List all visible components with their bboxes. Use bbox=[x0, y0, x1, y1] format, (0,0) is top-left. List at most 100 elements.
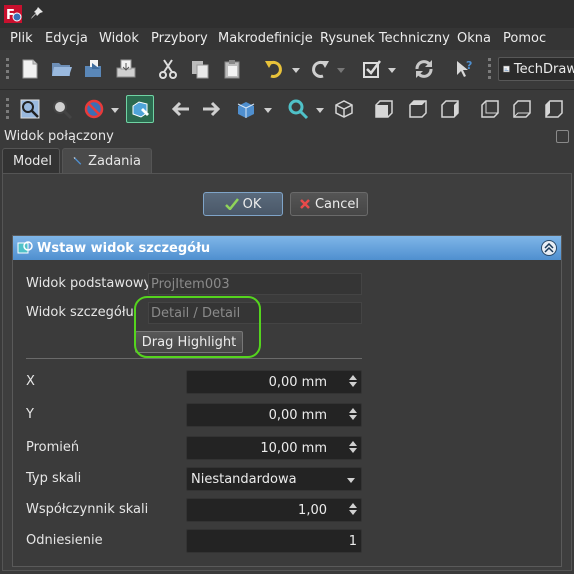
tab-model-label: Model bbox=[13, 153, 53, 169]
recompute-icon[interactable] bbox=[410, 55, 438, 83]
menu-przybory[interactable]: Przybory bbox=[151, 31, 208, 46]
detail-view-taskbox: Wstaw widok szczegółu Widok podstawowy P… bbox=[12, 235, 562, 567]
scale-factor-down-icon[interactable] bbox=[349, 510, 357, 515]
menu-makrodefinicje[interactable]: Makrodefinicje bbox=[218, 31, 313, 46]
radius-up-icon[interactable] bbox=[349, 441, 357, 446]
radius-input[interactable]: 10,00 mm bbox=[186, 436, 362, 460]
x-label: X bbox=[26, 374, 35, 389]
x-value: 0,00 mm bbox=[268, 375, 327, 390]
tab-zadania[interactable]: Zadania bbox=[62, 148, 152, 173]
menu-okna[interactable]: Okna bbox=[457, 31, 491, 46]
y-value: 0,00 mm bbox=[268, 408, 327, 423]
undo-icon[interactable] bbox=[260, 55, 288, 83]
float-panel-icon[interactable] bbox=[556, 130, 569, 143]
toolbar-grip-2[interactable] bbox=[488, 58, 492, 82]
left-view-icon[interactable] bbox=[540, 95, 568, 123]
zoom-icon[interactable] bbox=[284, 95, 312, 123]
y-label: Y bbox=[26, 407, 34, 422]
separator bbox=[26, 358, 362, 359]
sync-view-dropdown-icon[interactable] bbox=[264, 108, 272, 113]
ok-button[interactable]: OK bbox=[203, 192, 283, 216]
menu-plik[interactable]: Plik bbox=[10, 31, 33, 46]
y-input[interactable]: 0,00 mm bbox=[186, 403, 362, 427]
tab-zadania-label: Zadania bbox=[88, 153, 141, 169]
base-view-field: ProjItem003 bbox=[148, 273, 362, 295]
copy-icon[interactable] bbox=[186, 55, 214, 83]
freecad-logo-icon: F bbox=[4, 5, 22, 23]
cancel-x-icon bbox=[300, 199, 310, 209]
workbench-label: TechDraw bbox=[513, 61, 574, 77]
redo-dropdown-icon[interactable] bbox=[337, 68, 345, 73]
open-icon[interactable] bbox=[80, 55, 108, 83]
y-up-icon[interactable] bbox=[349, 408, 357, 413]
toolbar-grip-3[interactable] bbox=[6, 98, 10, 122]
draw-style-dropdown-icon[interactable] bbox=[111, 108, 119, 113]
sync-view-icon[interactable] bbox=[232, 95, 260, 123]
tab-model[interactable]: Model bbox=[2, 148, 60, 173]
forward-arrow-icon[interactable] bbox=[198, 95, 226, 123]
taskbox-title: Wstaw widok szczegółu bbox=[37, 240, 211, 256]
save-icon[interactable] bbox=[112, 55, 140, 83]
top-view-icon[interactable] bbox=[404, 95, 432, 123]
scale-type-label: Typ skali bbox=[26, 471, 82, 486]
reference-input[interactable]: 1 bbox=[186, 529, 362, 553]
menu-rysunek-techniczny[interactable]: Rysunek Techniczny bbox=[320, 31, 450, 46]
toolbar-grip[interactable] bbox=[6, 58, 10, 82]
x-up-icon[interactable] bbox=[349, 375, 357, 380]
draw-style-icon[interactable] bbox=[80, 95, 108, 123]
paste-icon[interactable] bbox=[218, 55, 246, 83]
cancel-button[interactable]: Cancel bbox=[290, 192, 368, 216]
right-view-icon[interactable] bbox=[436, 95, 464, 123]
whats-this-icon[interactable]: ? bbox=[450, 55, 478, 83]
detail-view-field: Detail / Detail bbox=[148, 302, 362, 324]
undo-dropdown-icon[interactable] bbox=[292, 68, 300, 73]
scale-factor-input[interactable]: 1,00 bbox=[186, 498, 362, 522]
fit-all-icon[interactable] bbox=[16, 95, 44, 123]
pencil-icon bbox=[73, 157, 82, 165]
front-view-icon[interactable] bbox=[370, 95, 398, 123]
detail-view-label: Widok szczegółu bbox=[26, 305, 134, 320]
task-panel: OK Cancel Wstaw widok szczegółu Widok po… bbox=[2, 173, 572, 571]
workbench-selector[interactable]: TechDraw bbox=[498, 57, 574, 81]
scale-type-select[interactable]: Niestandardowa bbox=[186, 467, 362, 491]
menu-edycja[interactable]: Edycja bbox=[45, 31, 88, 46]
fit-selection-icon[interactable] bbox=[48, 95, 76, 123]
scale-type-value: Niestandardowa bbox=[191, 472, 297, 487]
ok-button-label: OK bbox=[242, 196, 262, 212]
drag-highlight-button[interactable]: Drag Highlight bbox=[135, 331, 243, 353]
bounding-box-icon[interactable] bbox=[126, 95, 154, 123]
refresh-checkbox-icon[interactable] bbox=[358, 55, 386, 83]
open-folder-icon[interactable] bbox=[48, 55, 76, 83]
menu-widok[interactable]: Widok bbox=[99, 31, 139, 46]
reference-label: Odniesienie bbox=[26, 533, 103, 548]
x-input[interactable]: 0,00 mm bbox=[186, 370, 362, 394]
zoom-dropdown-icon[interactable] bbox=[316, 108, 324, 113]
menu-pomoc[interactable]: Pomoc bbox=[503, 31, 546, 46]
view-toolbar bbox=[0, 90, 574, 130]
back-arrow-icon[interactable] bbox=[166, 95, 194, 123]
ok-check-icon bbox=[224, 198, 239, 210]
panel-title: Widok połączony bbox=[4, 129, 114, 144]
detail-view-icon bbox=[17, 241, 33, 254]
scale-factor-up-icon[interactable] bbox=[349, 503, 357, 508]
new-file-icon[interactable] bbox=[16, 55, 44, 83]
radius-down-icon[interactable] bbox=[349, 448, 357, 453]
title-bar: F bbox=[0, 0, 574, 28]
main-toolbar: ? TechDraw bbox=[0, 50, 574, 90]
techdraw-icon bbox=[503, 65, 510, 73]
pin-icon[interactable] bbox=[30, 6, 44, 20]
bottom-view-icon[interactable] bbox=[508, 95, 536, 123]
refresh-dropdown-icon[interactable] bbox=[388, 68, 396, 73]
taskbox-header[interactable]: Wstaw widok szczegółu bbox=[13, 236, 561, 260]
menu-bar: Plik Edycja Widok Przybory Makrodefinicj… bbox=[0, 28, 574, 50]
collapse-icon[interactable] bbox=[541, 240, 557, 256]
y-down-icon[interactable] bbox=[349, 415, 357, 420]
scale-factor-value: 1,00 bbox=[298, 503, 327, 518]
combo-view-header: Widok połączony bbox=[0, 128, 574, 148]
rear-view-icon[interactable] bbox=[476, 95, 504, 123]
cut-icon[interactable] bbox=[154, 55, 182, 83]
base-view-label: Widok podstawowy bbox=[26, 276, 152, 291]
x-down-icon[interactable] bbox=[349, 382, 357, 387]
isometric-icon[interactable] bbox=[330, 95, 358, 123]
redo-icon[interactable] bbox=[306, 55, 334, 83]
